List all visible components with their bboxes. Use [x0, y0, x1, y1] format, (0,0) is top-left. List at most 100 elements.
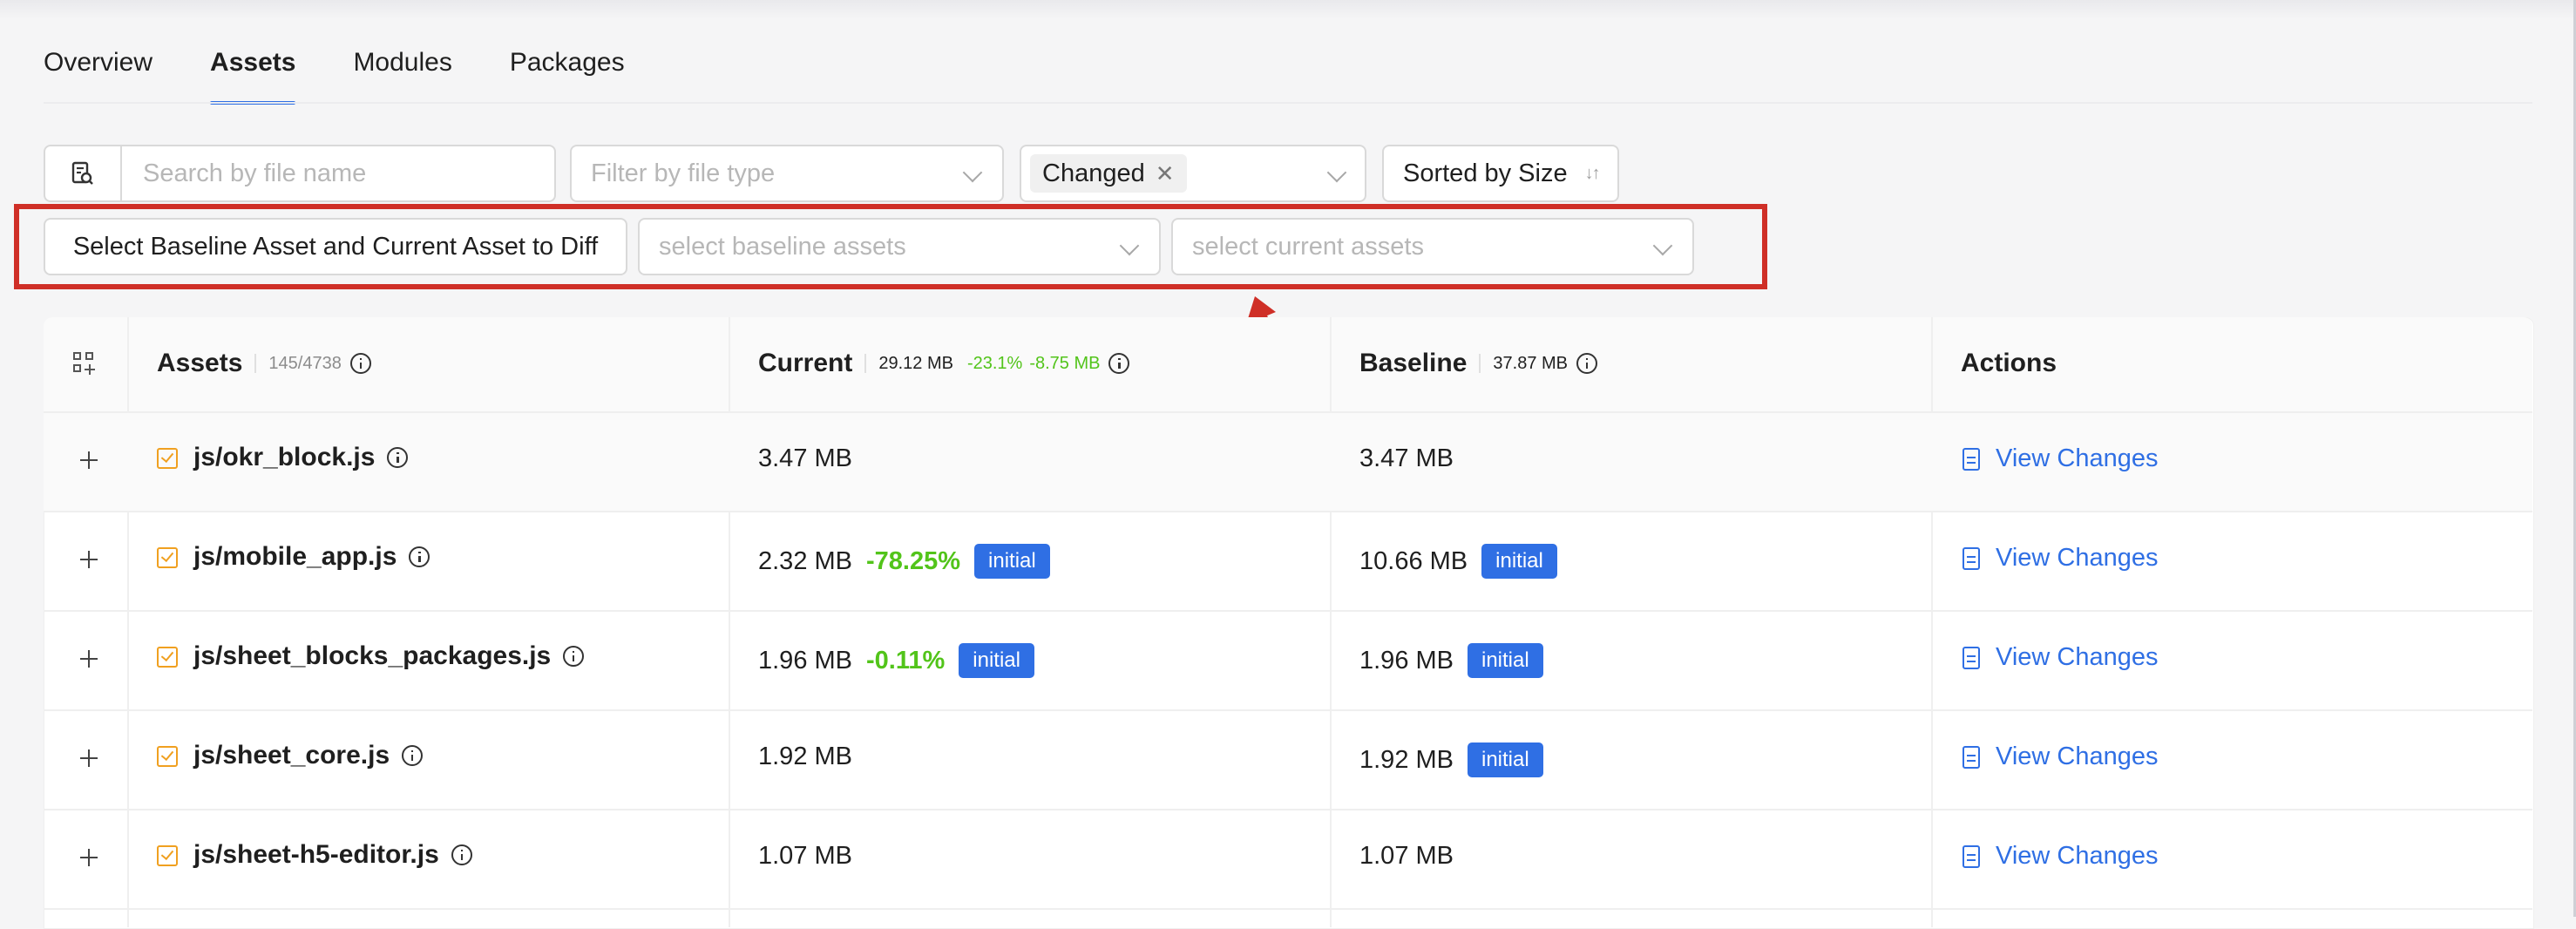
actions-header: Actions [1961, 349, 2057, 377]
current-column-header: Current 29.12 MB -23.1% -8.75 MB [758, 349, 1130, 378]
view-changes-label: View Changes [1996, 643, 2159, 671]
info-icon[interactable] [349, 353, 371, 374]
baseline-cell: 1.96 MB initial [1359, 643, 1543, 678]
asset-name: js/sheet_core.js [193, 741, 390, 770]
view-changes-label: View Changes [1996, 444, 2159, 472]
baseline-total-size: 37.87 MB [1493, 353, 1569, 373]
assets-header-label: Assets [157, 349, 243, 377]
current-cell: 1.07 MB [758, 842, 852, 871]
view-changes-link[interactable]: View Changes [1963, 444, 2158, 473]
initial-badge: initial [1481, 544, 1557, 579]
view-changes-label: View Changes [1996, 544, 2159, 572]
expand-icon[interactable] [78, 549, 99, 570]
changed-tag-label: Changed [1042, 159, 1145, 187]
current-size-delta: -8.75 MB [1029, 353, 1101, 373]
asset-name: js/sheet_blocks_packages.js [193, 641, 552, 670]
table-row[interactable]: js/okr_block.js 3.47 MB 3.47 MB View Cha… [44, 413, 2532, 511]
changed-check-icon [157, 746, 178, 767]
view-changes-link[interactable]: View Changes [1963, 842, 2158, 871]
tab-assets[interactable]: Assets [210, 44, 296, 105]
initial-badge: initial [974, 544, 1050, 579]
percent-change: -0.11% [866, 646, 946, 675]
baseline-size: 1.96 MB [1359, 646, 1454, 675]
file-diff-icon [1963, 745, 1980, 769]
table-row[interactable]: js/sheet_blocks_packages.js 1.96 MB -0.11… [44, 612, 2532, 709]
current-header-label: Current [758, 349, 853, 377]
baseline-cell: 1.07 MB [1359, 842, 1454, 871]
expand-icon[interactable] [78, 847, 99, 868]
expand-icon[interactable] [78, 748, 99, 769]
highlight-box [14, 204, 1767, 289]
close-icon[interactable]: ✕ [1156, 160, 1175, 187]
info-icon[interactable] [1108, 353, 1130, 374]
table-row[interactable]: js/sheet_core.js 1.92 MB 1.92 MB initial … [44, 711, 2532, 809]
column-settings-icon[interactable] [73, 352, 96, 375]
info-icon[interactable] [402, 745, 424, 766]
file-diff-icon [1963, 546, 1980, 570]
search-input[interactable]: Search by file name [120, 145, 556, 202]
table-row[interactable]: js/sheet-h5-editor.js 1.07 MB 1.07 MB Vi… [44, 810, 2532, 908]
percent-change: -78.25% [866, 546, 961, 575]
asset-name-cell: js/sheet_core.js [193, 741, 424, 770]
asset-name: js/mobile_app.js [193, 542, 397, 571]
table-header [44, 317, 2532, 413]
file-type-select[interactable]: Filter by file type [570, 145, 1004, 202]
info-icon[interactable] [1576, 353, 1598, 374]
baseline-header-label: Baseline [1359, 349, 1468, 377]
info-icon[interactable] [451, 844, 472, 865]
chevron-down-icon [962, 162, 983, 183]
search-placeholder: Search by file name [143, 159, 367, 187]
tab-bar: Overview Assets Modules Packages [44, 44, 625, 105]
view-changes-label: View Changes [1996, 743, 2159, 770]
assets-count: 145/4738 [268, 353, 342, 373]
baseline-cell: 3.47 MB [1359, 444, 1454, 473]
file-search-icon [71, 161, 93, 185]
info-icon[interactable] [563, 646, 585, 667]
top-bar-fade [0, 0, 2576, 19]
current-cell: 2.32 MB -78.25% initial [758, 544, 1050, 579]
change-filter-select[interactable]: Changed ✕ [1020, 145, 1366, 202]
asset-name-cell: js/sheet-h5-editor.js [193, 840, 472, 870]
initial-badge: initial [959, 643, 1034, 678]
sort-button[interactable]: Sorted by Size ↓↑ [1382, 145, 1619, 202]
row-divider [44, 908, 2532, 910]
info-icon[interactable] [387, 447, 409, 468]
tab-divider [44, 102, 2532, 104]
chevron-down-icon [1326, 162, 1347, 183]
changed-tag: Changed ✕ [1030, 154, 1187, 193]
sort-label: Sorted by Size [1403, 159, 1568, 187]
view-changes-link[interactable]: View Changes [1963, 643, 2158, 672]
current-percent-change: -23.1% [966, 353, 1023, 373]
baseline-size: 10.66 MB [1359, 546, 1468, 575]
initial-badge: initial [1468, 743, 1543, 777]
assets-column-header: Assets 145/4738 [157, 349, 371, 378]
current-size: 1.07 MB [758, 842, 852, 870]
expand-icon[interactable] [78, 648, 99, 669]
sort-icon: ↓↑ [1584, 163, 1601, 183]
current-cell: 1.96 MB -0.11% initial [758, 643, 1034, 678]
tab-overview[interactable]: Overview [44, 44, 153, 105]
file-diff-icon [1963, 646, 1980, 669]
baseline-size: 1.07 MB [1359, 842, 1454, 870]
changed-check-icon [157, 448, 178, 469]
file-diff-icon [1963, 447, 1980, 471]
file-diff-icon [1963, 844, 1980, 868]
baseline-cell: 10.66 MB initial [1359, 544, 1557, 579]
tab-modules[interactable]: Modules [353, 44, 451, 105]
initial-badge: initial [1468, 643, 1543, 678]
view-changes-label: View Changes [1996, 842, 2159, 870]
table-row[interactable]: js/mobile_app.js 2.32 MB -78.25% initial 1… [44, 512, 2532, 610]
expand-icon[interactable] [78, 450, 99, 471]
asset-name: js/sheet-h5-editor.js [193, 840, 439, 869]
view-changes-link[interactable]: View Changes [1963, 544, 2158, 573]
search-button[interactable] [44, 145, 122, 202]
baseline-size: 1.92 MB [1359, 745, 1454, 774]
baseline-cell: 1.92 MB initial [1359, 743, 1543, 777]
changed-check-icon [157, 647, 178, 668]
asset-name-cell: js/sheet_blocks_packages.js [193, 641, 585, 671]
view-changes-link[interactable]: View Changes [1963, 743, 2158, 771]
current-cell: 3.47 MB [758, 444, 852, 473]
info-icon[interactable] [409, 546, 430, 567]
tab-packages[interactable]: Packages [510, 44, 625, 105]
current-size: 1.92 MB [758, 743, 852, 770]
